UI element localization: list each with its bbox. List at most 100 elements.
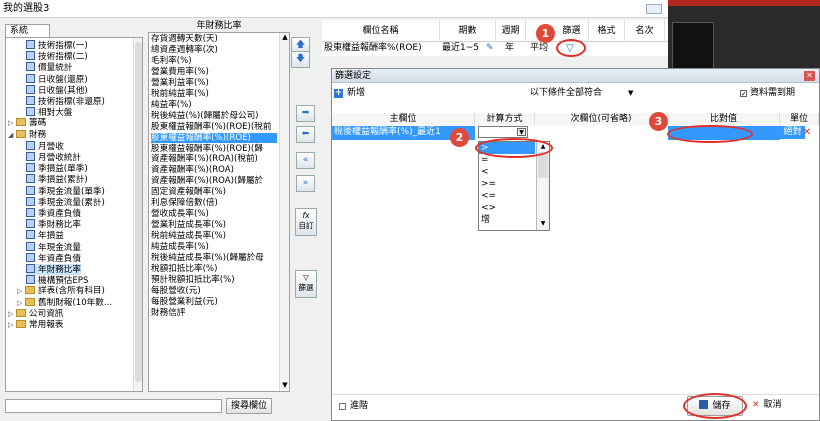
tree-item[interactable]: 年損益: [26, 230, 64, 241]
custom-field-button[interactable]: fx 自訂: [295, 208, 317, 236]
operator-scroll-thumb[interactable]: [538, 152, 548, 178]
tree-item[interactable]: 日收盤(其他): [26, 84, 88, 96]
tree-item-label: 年財務比率: [38, 265, 81, 275]
collapsed-arrow-icon[interactable]: ▷: [17, 286, 25, 297]
operator-option[interactable]: >=: [481, 178, 533, 190]
add-field-button[interactable]: ➡: [296, 105, 315, 122]
cancel-icon: ✕: [752, 400, 760, 410]
tree-folder[interactable]: ▷ 常用報表: [8, 320, 63, 331]
field-list-item[interactable]: 營業利益成長率(%): [151, 220, 226, 231]
tree-item[interactable]: 價量統計: [26, 62, 72, 73]
remove-field-button[interactable]: ⬅: [296, 126, 315, 143]
field-list-item[interactable]: 稅前純益成長率(%): [151, 231, 226, 242]
field-list-item[interactable]: 利息保障倍數(倍): [151, 198, 218, 209]
tree-folder[interactable]: ▷ 詳表(含所有科目): [17, 286, 105, 297]
folder-icon: [16, 118, 26, 127]
collapsed-arrow-icon[interactable]: ▷: [8, 118, 16, 129]
scroll-up-icon[interactable]: ▲: [280, 33, 289, 43]
field-list-item[interactable]: 營收成長率(%): [151, 209, 209, 220]
minimize-button[interactable]: [646, 4, 662, 14]
collapsed-arrow-icon[interactable]: ▷: [8, 320, 16, 331]
table-icon: [26, 73, 35, 83]
field-list-item[interactable]: 資產報酬率(%)(ROA): [151, 165, 234, 176]
field-search-input[interactable]: [5, 399, 222, 413]
tree-item[interactable]: 技術指標(二): [26, 51, 88, 62]
field-list-item[interactable]: 股東權益報酬率(%)(ROE)(歸: [151, 144, 263, 155]
delete-row-icon[interactable]: ✕: [797, 126, 817, 139]
tree-item[interactable]: 季損益(單季): [26, 163, 88, 174]
add-icon[interactable]: +: [334, 89, 343, 98]
field-list-item[interactable]: 營業利益率(%): [151, 78, 209, 89]
edit-icon[interactable]: ✎: [486, 42, 497, 55]
tree-item[interactable]: 技術指標(非還原): [26, 96, 105, 107]
field-list-item[interactable]: 股東權益報酬率(%)(ROE)(稅前: [151, 122, 271, 133]
calc-method-select[interactable]: ▼: [478, 126, 528, 138]
field-list-item[interactable]: 財務信評: [151, 308, 185, 319]
tree-item[interactable]: 年資產負債: [26, 252, 81, 264]
field-list-item[interactable]: 預計稅額扣抵比率(%): [151, 275, 235, 286]
operator-option[interactable]: 增: [481, 214, 533, 226]
tree-folder[interactable]: ◢ 財務: [8, 129, 46, 141]
tree-item[interactable]: 季現金流量(單季): [26, 185, 105, 197]
operator-option[interactable]: <>: [481, 202, 533, 214]
field-list-item[interactable]: 純益成長率(%): [151, 242, 209, 253]
add-button[interactable]: 新增: [347, 88, 365, 99]
tree-item[interactable]: 季現金流量(累計): [26, 196, 105, 208]
move-down-button[interactable]: 🡇: [291, 51, 310, 68]
field-list-item[interactable]: 總資產週轉率(次): [151, 45, 218, 56]
field-list-item[interactable]: 稅後純益成長率(%)(歸屬於母: [151, 253, 264, 264]
filter-button[interactable]: ▽ 篩選: [295, 270, 317, 298]
operator-option[interactable]: <=: [481, 190, 533, 202]
field-list-item[interactable]: 資產報酬率(%)(ROA)(歸屬於: [151, 176, 263, 187]
tree-scroll-thumb[interactable]: [135, 42, 142, 382]
condition-mode-select[interactable]: 以下條件全部符合: [530, 88, 602, 99]
tree-item[interactable]: 年現金流量: [26, 241, 81, 253]
field-list-item[interactable]: 毛利率(%): [151, 56, 192, 67]
tree-item[interactable]: 季資產負債: [26, 208, 81, 219]
tree-folder[interactable]: ▷ 籌碼: [8, 118, 46, 129]
field-list-item[interactable]: 固定資產報酬率(%): [151, 187, 226, 198]
tree-item[interactable]: 技術指標(一): [26, 40, 88, 51]
field-list-item[interactable]: 股東權益報酬率(%)(ROE): [151, 132, 277, 144]
search-field-button[interactable]: 搜尋欄位: [226, 398, 272, 414]
tab-system[interactable]: 系統: [5, 24, 50, 38]
expanded-arrow-icon[interactable]: ◢: [8, 130, 16, 141]
operator-option[interactable]: <: [481, 166, 533, 178]
data-complete-checkbox[interactable]: ✓: [740, 90, 747, 98]
chevron-down-icon[interactable]: ▼: [628, 88, 633, 99]
field-list-item[interactable]: 純益率(%): [151, 100, 192, 111]
field-list: ▲ ▼ 存貨週轉天數(天) 總資產週轉率(次) 毛利率(%) 營業費用率(%) 營業利益…: [148, 32, 290, 392]
tree-item[interactable]: 季財務比率: [26, 219, 81, 230]
close-icon[interactable]: ✕: [804, 71, 815, 81]
collapsed-arrow-icon[interactable]: ▷: [17, 298, 25, 309]
add-all-button[interactable]: »: [296, 175, 315, 192]
category-tree: 技術指標(一) 技術指標(二) 價量統計 日收盤(還原) 日收盤(其他) 技術指標(非還原…: [5, 37, 143, 392]
chevron-down-icon[interactable]: ▼: [517, 128, 526, 136]
tree-item[interactable]: 日收盤(還原): [26, 73, 88, 85]
tree-item[interactable]: 相對大盤: [26, 107, 72, 118]
remove-all-button[interactable]: «: [296, 152, 315, 169]
collapsed-arrow-icon[interactable]: ▷: [8, 309, 16, 320]
tree-folder[interactable]: ▷ 舊制財報(10年數...: [17, 297, 112, 309]
tree-item[interactable]: 月營收統計: [26, 152, 81, 163]
field-list-item[interactable]: 存貨週轉天數(天): [151, 34, 218, 45]
field-list-item[interactable]: 稅前純益率(%): [151, 89, 209, 100]
field-list-item[interactable]: 每股營收(元): [151, 286, 201, 297]
field-list-item[interactable]: 每股營業利益(元): [151, 297, 218, 308]
tree-item[interactable]: 機構預估EPS: [26, 275, 88, 286]
tree-scrollbar[interactable]: [133, 38, 142, 391]
table-icon: [26, 219, 35, 229]
field-list-item[interactable]: 資產報酬率(%)(ROA)(稅前): [151, 154, 258, 165]
field-list-item[interactable]: 稅額扣抵比率(%): [151, 264, 217, 275]
field-list-scrollbar[interactable]: ▲ ▼: [279, 33, 289, 391]
cancel-button[interactable]: ✕ 取消: [752, 396, 807, 416]
tree-item[interactable]: 季損益(累計): [26, 174, 88, 185]
tree-folder[interactable]: ▷ 公司資訊: [8, 308, 63, 320]
field-list-item[interactable]: 營業費用率(%): [151, 67, 209, 78]
scroll-down-icon[interactable]: ▼: [280, 381, 289, 391]
field-list-item[interactable]: 稅後純益(%)(歸屬於母公司): [151, 111, 259, 122]
tree-item[interactable]: 月營收: [26, 140, 64, 152]
scroll-down-icon[interactable]: ▼: [538, 220, 548, 228]
tree-item[interactable]: 年財務比率: [26, 264, 81, 275]
advanced-checkbox[interactable]: [339, 403, 346, 410]
